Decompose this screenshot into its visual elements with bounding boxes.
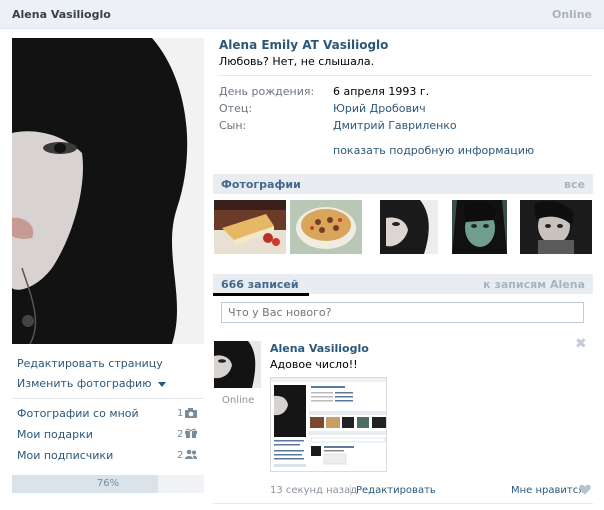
photos-section-title[interactable]: Фотографии: [221, 178, 301, 191]
post-attached-screenshot[interactable]: [270, 377, 387, 472]
my-followers-count: 2: [177, 450, 184, 461]
photo-thumb-portrait-1[interactable]: [380, 200, 438, 254]
post-author-online: Online: [222, 395, 255, 406]
change-photo-label: Изменить фотографию: [17, 377, 152, 390]
son-link[interactable]: Дмитрий Гавриленко: [333, 119, 457, 132]
wall-post-count[interactable]: 666 записей: [221, 278, 299, 291]
header-name: Alena Vasilioglo: [12, 8, 111, 21]
edit-page-link[interactable]: Редактировать страницу: [17, 357, 163, 370]
father-label: Отец:: [219, 102, 253, 115]
post-footer-separator: |: [349, 485, 353, 496]
delete-post-icon[interactable]: ✖: [575, 337, 587, 351]
sidebar-item-my-gifts[interactable]: Мои подарки: [17, 428, 93, 441]
page-header: Alena Vasilioglo Online: [0, 0, 604, 29]
change-photo-link[interactable]: Изменить фотографию: [17, 377, 166, 390]
profile-full-name: Alena Emily AT Vasilioglo: [219, 38, 389, 52]
birthday-value: 6 апреля 1993 г.: [333, 85, 430, 98]
show-more-info-link[interactable]: показать подробную информацию: [333, 144, 534, 157]
photo-thumb-pie[interactable]: [290, 200, 362, 254]
photo-thumb-portrait-2[interactable]: [452, 200, 507, 254]
wall-section-header: 666 записей к записям Alena: [213, 274, 593, 294]
profile-completion-bar[interactable]: 76%: [12, 475, 204, 493]
post-author-name[interactable]: Alena Vasilioglo: [270, 342, 369, 355]
post-timestamp[interactable]: 13 секунд назад: [270, 485, 357, 496]
post-author-avatar[interactable]: [214, 341, 261, 388]
online-status: Online: [551, 8, 592, 21]
whats-new-field[interactable]: [221, 302, 584, 323]
caret-down-icon: [157, 381, 166, 387]
camera-icon: [185, 408, 197, 418]
whats-new-input[interactable]: [222, 303, 583, 322]
post-edit-link[interactable]: Редактировать: [356, 485, 436, 496]
photo-thumb-cake[interactable]: [214, 200, 286, 254]
birthday-label: День рождения:: [219, 85, 315, 98]
photo-thumb-portrait-3[interactable]: [520, 200, 592, 254]
sidebar-item-photos-with-me[interactable]: Фотографии со мной: [17, 407, 139, 420]
photos-with-me-count: 1: [177, 408, 184, 419]
people-icon: [185, 449, 197, 459]
profile-photo[interactable]: [12, 38, 204, 344]
father-link[interactable]: Юрий Дробович: [333, 102, 426, 115]
info-divider: [217, 75, 592, 76]
heart-icon[interactable]: [579, 484, 591, 495]
post-text: Адовое число!!: [270, 358, 358, 371]
profile-completion-label: 76%: [96, 478, 120, 489]
gift-icon: [185, 428, 197, 438]
son-label: Сын:: [219, 119, 247, 132]
sidebar-item-my-followers[interactable]: Мои подписчики: [17, 449, 113, 462]
sidebar-divider: [12, 398, 204, 399]
photos-all-link[interactable]: все: [564, 178, 585, 191]
post-bottom-divider: [213, 503, 593, 504]
my-gifts-count: 2: [177, 429, 184, 440]
profile-status-text[interactable]: Любовь? Нет, не слышала.: [219, 55, 374, 68]
photos-section-header[interactable]: Фотографии все: [213, 174, 593, 194]
to-posts-link[interactable]: к записям Alena: [483, 278, 585, 291]
post-count-underline: [213, 293, 309, 296]
like-button[interactable]: Мне нравится: [511, 485, 584, 496]
